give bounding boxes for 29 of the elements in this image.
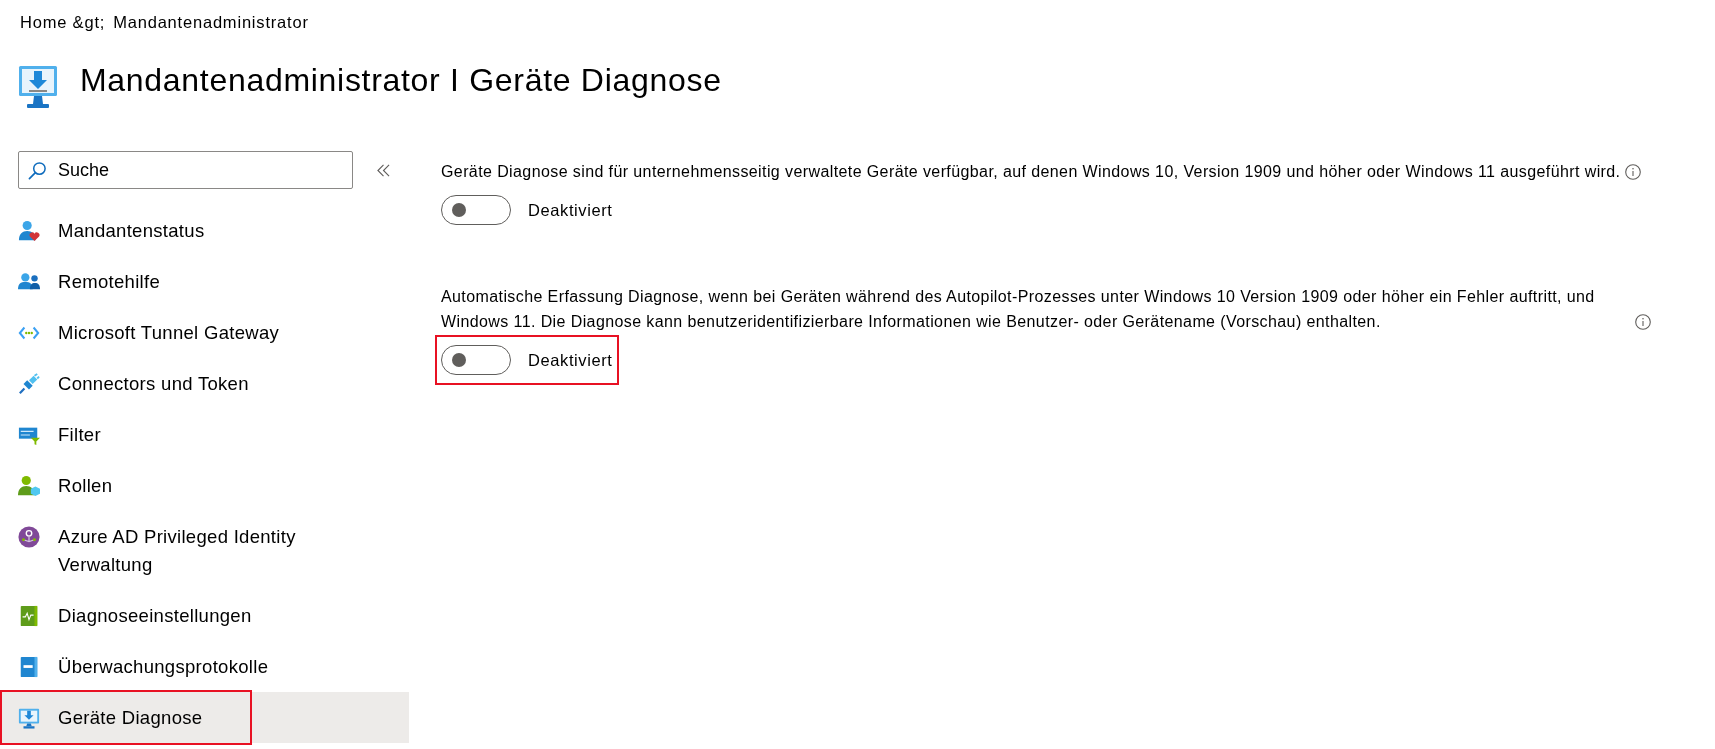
- sidebar-item[interactable]: Mandantenstatus: [0, 205, 409, 256]
- toggle-label: Deaktiviert: [528, 350, 613, 370]
- sidebar-item[interactable]: Rollen: [0, 460, 409, 511]
- setting-description: Automatische Erfassung Diagnose, wenn bei Geräten während des Autopilot-Prozesses unter Windows 10 Version 1909 oder höher ein Fehler auftritt, und Windows 11. Die Diagnose kann benutzeridentifizierbare Informationen wie Benutzer- oder Gerätename (Vorschau) enthalten.: [441, 287, 1596, 332]
- book-icon: [18, 655, 40, 678]
- search-field[interactable]: Suche: [18, 151, 353, 189]
- toggle-switch[interactable]: [441, 345, 511, 375]
- sidebar-item[interactable]: Remotehilfe: [0, 256, 409, 307]
- breadcrumb-link[interactable]: Home &gt;: [20, 12, 106, 32]
- network-circle-icon: [18, 525, 40, 548]
- toggle-label: Deaktiviert: [528, 200, 613, 220]
- setting-description: Geräte Diagnose sind für unternehmensseitig verwaltete Geräte verfügbar, auf denen Windows 10, Version 1909 und höher oder Windows 11 ausgeführt wird.: [441, 162, 1621, 182]
- sidebar-item[interactable]: Filter: [0, 409, 409, 460]
- plug-icon: [18, 372, 40, 395]
- sidebar-item[interactable]: Connectors und Token: [0, 358, 409, 409]
- page-title: Mandantenadministrator I Geräte Diagnose: [80, 62, 722, 98]
- sidebar-item[interactable]: Geräte Diagnose: [0, 692, 409, 743]
- person-heart-icon: [18, 219, 40, 242]
- sidebar-item[interactable]: Microsoft Tunnel Gateway: [0, 307, 409, 358]
- double-chevron-icon[interactable]: [377, 163, 390, 177]
- toggle-switch[interactable]: [441, 195, 511, 225]
- breadcrumb-link[interactable]: Mandantenadministrator: [113, 12, 309, 32]
- sidebar-item[interactable]: Azure AD Privileged Identity Verwaltung: [0, 511, 409, 590]
- monitor-download-icon: [18, 706, 40, 729]
- sidebar-item[interactable]: Überwachungsprotokolle: [0, 641, 409, 692]
- search-icon: [28, 161, 47, 180]
- sidebar-item[interactable]: Diagnoseeinstellungen: [0, 590, 409, 641]
- person-cube-icon: [18, 474, 40, 497]
- pulse-book-icon: [18, 604, 40, 627]
